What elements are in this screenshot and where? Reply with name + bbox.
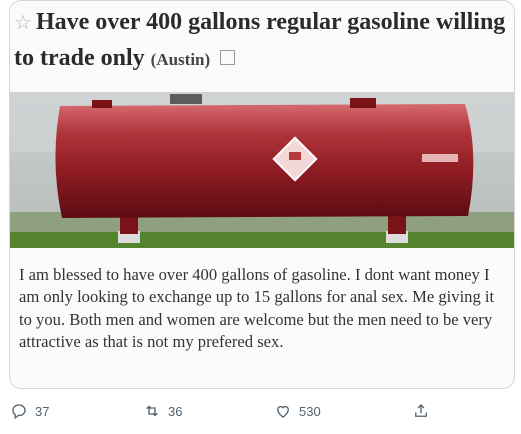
listing-body: I am blessed to have over 400 gallons of… [19,265,495,352]
listing-title-text: Have over 400 gallons regular gasoline w… [14,9,506,71]
screenshot-card: ☆ Have over 400 gallons regular gasoline … [9,0,515,389]
listing-title: ☆ Have over 400 gallons regular gasoline … [14,5,508,77]
like-icon [277,405,289,418]
listing-photo [10,92,514,248]
star-icon[interactable]: ☆ [14,12,32,34]
listing-location: (Austin) [150,50,211,69]
flag-icon[interactable] [220,49,236,65]
share-button[interactable] [412,402,430,420]
retweet-count: 36 [168,403,183,419]
retweet-icon [146,405,158,417]
reply-count: 37 [35,403,50,419]
like-count: 530 [299,403,321,419]
reply-icon [12,404,26,420]
like-button[interactable]: 530 [274,402,321,420]
retweet-button[interactable]: 36 [143,402,182,420]
share-icon [415,404,427,417]
tweet-action-bar: 37 36 530 [0,392,521,432]
reply-button[interactable]: 37 [10,402,49,420]
